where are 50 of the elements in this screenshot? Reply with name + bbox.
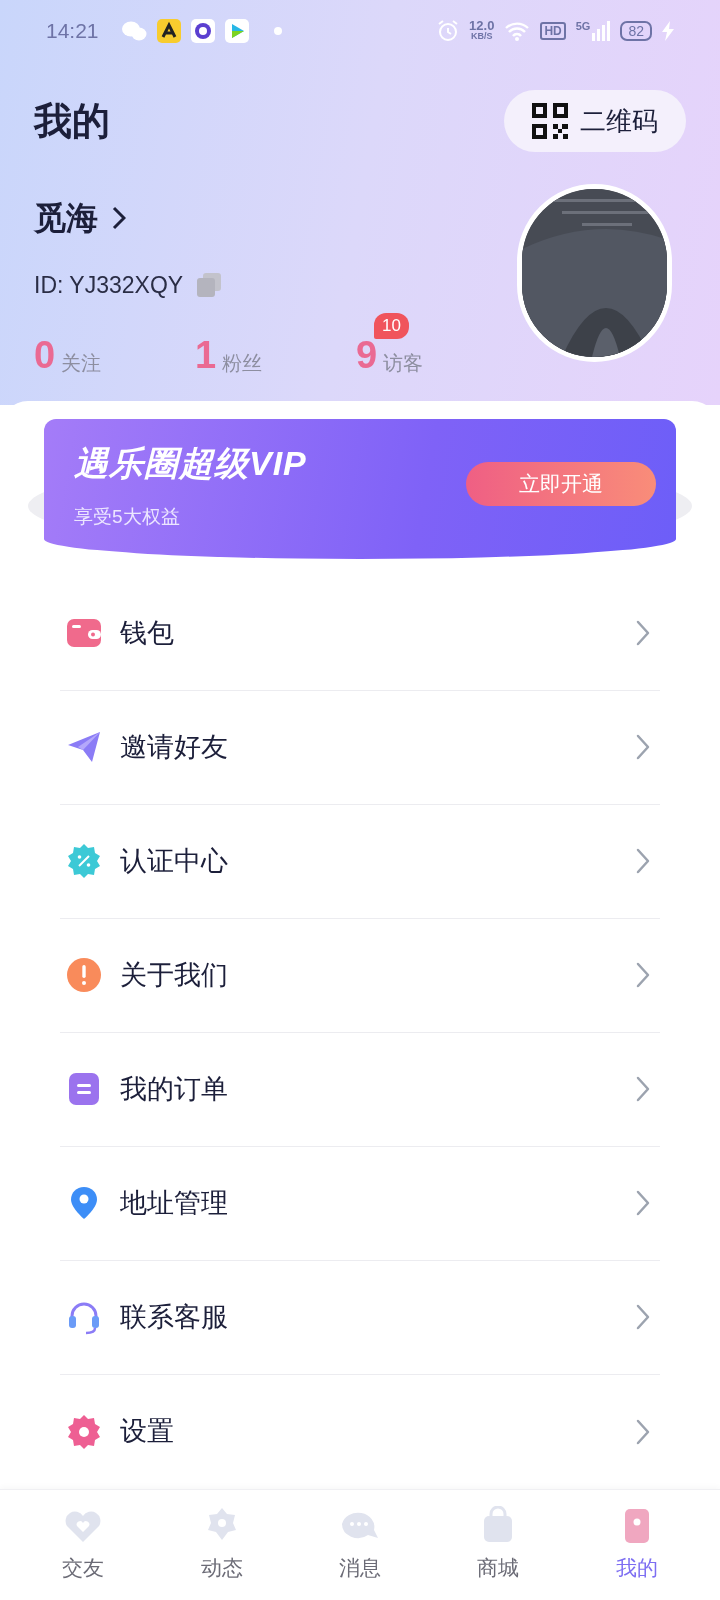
menu-item[interactable]: 联系客服 bbox=[60, 1260, 660, 1375]
menu-item[interactable]: 我的订单 bbox=[60, 1032, 660, 1147]
status-time: 14:21 bbox=[46, 18, 99, 45]
hd-indicator: HD bbox=[540, 22, 566, 40]
dot-icon bbox=[272, 26, 283, 36]
menu-item[interactable]: 设置 bbox=[60, 1374, 660, 1489]
tab-item[interactable]: 我的 bbox=[567, 1489, 707, 1600]
charging-icon bbox=[662, 21, 674, 41]
battery-level: 82 bbox=[620, 21, 652, 41]
tab-item[interactable]: 商城 bbox=[429, 1489, 568, 1600]
chevron-right-icon bbox=[112, 206, 126, 230]
vip-subtitle: 享受5大权益 bbox=[74, 504, 181, 529]
count-badge: 10 bbox=[374, 312, 409, 339]
wifi-icon bbox=[504, 21, 531, 41]
chevron-right-icon bbox=[636, 1190, 650, 1216]
app-icon bbox=[190, 19, 215, 43]
chat-app-icon bbox=[120, 20, 147, 42]
speed-unit: KB/S bbox=[470, 31, 493, 42]
page-title: 我的 bbox=[34, 98, 110, 144]
chevron-right-icon bbox=[636, 1304, 650, 1330]
vip-title: 遇乐圈超级VIP bbox=[74, 442, 307, 484]
user-id: ID: YJ332XQY bbox=[34, 271, 184, 300]
network-type: 5G bbox=[575, 21, 591, 32]
qr-code-icon bbox=[532, 103, 568, 139]
menu-item[interactable]: 钱包 bbox=[60, 576, 660, 691]
chevron-right-icon bbox=[636, 848, 650, 874]
signal-icon bbox=[592, 21, 611, 41]
tab-item[interactable]: 动态 bbox=[152, 1489, 291, 1600]
menu-item[interactable]: 邀请好友 bbox=[60, 690, 660, 805]
alarm-icon bbox=[437, 20, 460, 42]
chevron-right-icon bbox=[636, 1418, 650, 1445]
chevron-right-icon bbox=[636, 734, 650, 760]
qr-code-button[interactable]: 二维码 bbox=[504, 90, 686, 152]
menu-item[interactable]: 关于我们 bbox=[60, 918, 660, 1033]
app-icon bbox=[156, 19, 181, 43]
profile-name-link[interactable]: 觅海 bbox=[34, 194, 126, 242]
tab-item[interactable]: 消息 bbox=[290, 1489, 430, 1600]
badge-icon bbox=[66, 843, 102, 879]
menu-item[interactable]: 认证中心 bbox=[60, 804, 660, 919]
vip-banner[interactable]: 遇乐圈超级VIP 享受5大权益 立即开通 bbox=[44, 418, 676, 559]
settings-icon bbox=[66, 1413, 102, 1450]
order-list-icon bbox=[66, 1071, 102, 1107]
play-app-icon bbox=[224, 19, 249, 43]
menu-item[interactable]: 地址管理 bbox=[60, 1146, 660, 1261]
info-icon bbox=[66, 957, 102, 993]
chevron-right-icon bbox=[636, 962, 650, 988]
chevron-right-icon bbox=[636, 620, 650, 646]
network-speed: 12.0 bbox=[469, 20, 495, 31]
tab-item[interactable]: 交友 bbox=[14, 1489, 153, 1600]
chevron-right-icon bbox=[636, 1076, 650, 1102]
